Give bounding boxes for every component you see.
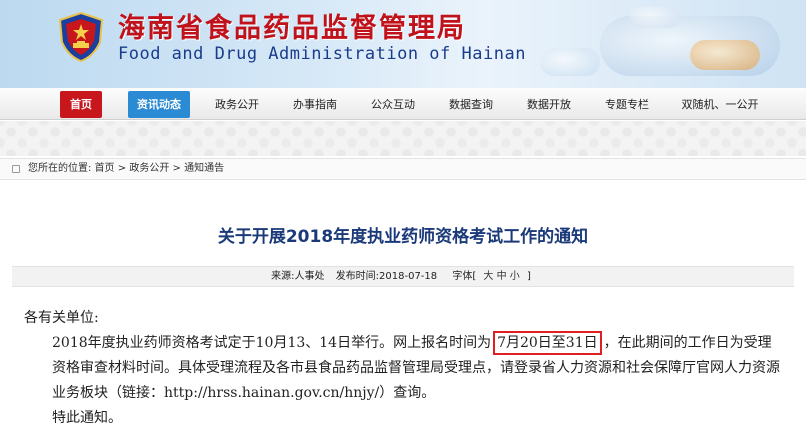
article-date: 发布时间:2018-07-18 [335,271,438,282]
article-title: 关于开展2018年度执业药师资格考试工作的通知 [217,227,589,247]
breadcrumb-separator: > [117,163,127,174]
nav-item-news[interactable]: 资讯动态 [128,91,190,118]
breadcrumb-prefix: 您所在的位置: [28,163,92,174]
breadcrumb-home[interactable]: 首页 [95,163,115,174]
police-emblem-icon [58,12,104,62]
font-size-close: ] [526,271,531,282]
site-header: 海南省食品药品监督管理局 Food and Drug Administratio… [0,0,806,88]
nav-item-interaction[interactable]: 公众互动 [362,91,424,118]
font-size-label: 字体[ [452,271,477,282]
nav-item-random-inspection[interactable]: 双随机、一公开 [672,91,768,118]
closing-line: 特此通知。 [52,410,122,426]
article-paragraph: 2018年度执业药师资格考试定于10月13、14日举行。网上报名时间为 7月20日… [24,331,784,406]
font-size-small[interactable]: 小 [510,271,520,282]
paragraph-text: 2018年度执业药师资格考试定于10月13、14日举行。网上报名时间为 [52,335,492,351]
salutation: 各有关单位: [24,310,99,326]
decorative-band [0,121,806,156]
decorative-pill [690,40,760,70]
site-title: 海南省食品药品监督管理局 [118,13,466,44]
font-size-large[interactable]: 大 [483,271,493,282]
nav-item-special[interactable]: 专题专栏 [596,91,658,118]
main-nav: 首页 资讯动态 政务公开 办事指南 公众互动 数据查询 数据开放 专题专栏 双随… [0,88,806,120]
font-size-control: 字体[ 大 中 小 ] [448,271,535,282]
decorative-pill [630,6,680,28]
breadcrumb-notices[interactable]: 通知通告 [184,163,224,174]
breadcrumb-separator: > [172,163,181,174]
nav-item-data-query[interactable]: 数据查询 [440,91,502,118]
site-subtitle: Food and Drug Administration of Hainan [118,44,526,64]
nav-item-home[interactable]: 首页 [60,91,102,118]
font-size-medium[interactable]: 中 [497,271,507,282]
article-source: 来源:人事处 [271,271,325,282]
decorative-pill [540,48,600,76]
nav-item-gov-affairs[interactable]: 政务公开 [206,91,268,118]
article-body: 各有关单位: 2018年度执业药师资格考试定于10月13、14日举行。网上报名时… [24,306,784,431]
article-meta: 来源:人事处 发布时间:2018-07-18 字体[ 大 中 小 ] [12,266,794,287]
breadcrumb-gov-affairs[interactable]: 政务公开 [129,163,169,174]
breadcrumb: 您所在的位置: 首页 > 政务公开 > 通知通告 [0,158,806,180]
nav-item-guide[interactable]: 办事指南 [284,91,346,118]
nav-item-open-data[interactable]: 数据开放 [518,91,580,118]
location-icon [12,165,20,173]
highlighted-date-range: 7月20日至31日 [493,331,602,355]
